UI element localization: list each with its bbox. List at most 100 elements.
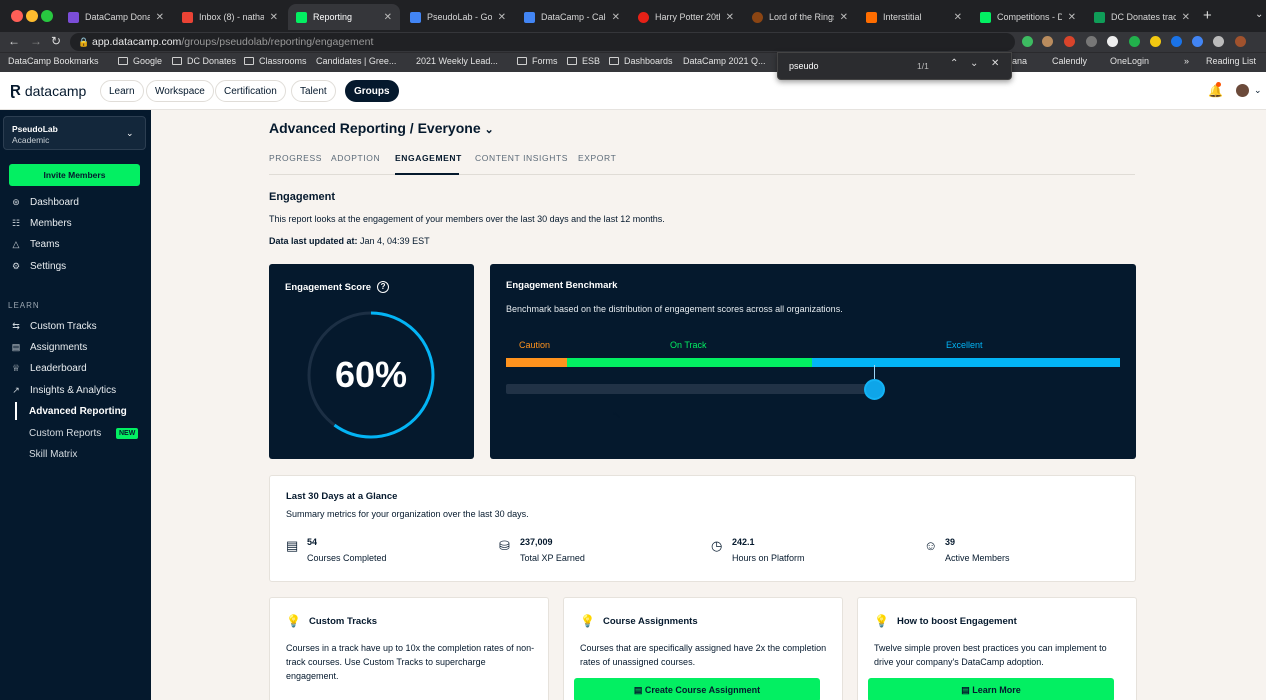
close-icon[interactable]: ✕ xyxy=(726,12,734,23)
folder-icon xyxy=(172,57,182,65)
extensions-puzzle-icon[interactable] xyxy=(1213,36,1224,47)
browser-tab[interactable]: Harry Potter 20th ✕ xyxy=(630,4,742,30)
tab-adoption[interactable]: ADOPTION xyxy=(331,153,380,163)
close-icon[interactable]: ✕ xyxy=(954,12,962,23)
extension-icon[interactable] xyxy=(1022,36,1033,47)
bookmark-item[interactable]: DataCamp 2021 Q... xyxy=(683,56,766,66)
user-avatar[interactable] xyxy=(1236,84,1249,97)
reading-list[interactable]: Reading List xyxy=(1206,56,1256,66)
nav-talent[interactable]: Talent xyxy=(291,80,336,102)
tab-favicon xyxy=(182,11,193,23)
extension-icon[interactable] xyxy=(1042,36,1053,47)
sidebar-item-custom-reports[interactable]: Custom Reports xyxy=(29,428,101,439)
extension-icon[interactable] xyxy=(1192,36,1203,47)
sidebar-item-assignments[interactable]: ▤ Assignments xyxy=(10,342,88,353)
close-icon[interactable]: ✕ xyxy=(156,12,164,23)
invite-members-button[interactable]: Invite Members xyxy=(9,164,140,186)
bookmark-item[interactable]: DataCamp Bookmarks xyxy=(8,56,99,66)
sidebar-item-teams[interactable]: △ Teams xyxy=(10,239,60,250)
close-icon[interactable]: ✕ xyxy=(612,12,620,23)
extension-icon[interactable] xyxy=(1171,36,1182,47)
window-close-button[interactable] xyxy=(11,10,23,22)
find-next-icon[interactable]: ⌄ xyxy=(970,58,978,69)
close-icon[interactable]: ✕ xyxy=(270,12,278,23)
nav-certification[interactable]: Certification xyxy=(215,80,286,102)
tab-search-icon[interactable]: ⌄ xyxy=(1255,9,1263,20)
bookmark-folder[interactable]: Forms xyxy=(517,56,558,66)
window-minimize-button[interactable] xyxy=(26,10,38,22)
browser-tab[interactable]: DataCamp Donate✕ xyxy=(60,4,172,30)
profile-avatar[interactable] xyxy=(1235,36,1246,47)
create-course-assignment-button[interactable]: ▤ Create Course Assignment xyxy=(574,678,820,700)
nav-workspace[interactable]: Workspace xyxy=(146,80,214,102)
extension-icon[interactable] xyxy=(1086,36,1097,47)
sidebar-item-settings[interactable]: ⚙ Settings xyxy=(10,261,66,272)
sidebar-item-skill-matrix[interactable]: Skill Matrix xyxy=(29,449,77,460)
browser-toolbar: ← → ↻ 🔒 app.datacamp.com/groups/pseudola… xyxy=(0,32,1266,52)
find-close-icon[interactable]: ✕ xyxy=(991,58,999,69)
score-value: 60% xyxy=(334,354,408,395)
reload-icon[interactable]: ↻ xyxy=(51,34,61,48)
browser-tab[interactable]: PseudoLab - Goog✕ xyxy=(402,4,514,30)
chevron-down-icon[interactable]: ⌄ xyxy=(1254,85,1262,96)
sidebar-item-custom-tracks[interactable]: ⇆ Custom Tracks xyxy=(10,321,96,332)
active-tab-underline xyxy=(395,173,459,175)
close-icon[interactable]: ✕ xyxy=(384,12,392,23)
notification-bell-icon[interactable]: 🔔 xyxy=(1208,82,1223,98)
bookmark-folder[interactable]: ESB xyxy=(567,56,600,66)
engagement-score-card: Engagement Score? 60% xyxy=(269,264,474,459)
browser-tab[interactable]: Lord of the Rings ✕ xyxy=(744,4,856,30)
org-selector[interactable]: PseudoLab Academic ⌄ xyxy=(3,116,146,150)
browser-tab[interactable]: Competitions - Da✕ xyxy=(972,4,1084,30)
bookmarks-overflow-icon[interactable]: » xyxy=(1184,56,1189,66)
sidebar-item-dashboard[interactable]: ⊛ Dashboard xyxy=(10,197,79,208)
browser-tab-active[interactable]: Reporting ✕ xyxy=(288,4,400,30)
nav-learn[interactable]: Learn xyxy=(100,80,144,102)
sidebar-item-leaderboard[interactable]: ♕ Leaderboard xyxy=(10,363,87,374)
sidebar-item-advanced-reporting[interactable]: Advanced Reporting xyxy=(29,406,127,417)
extension-icon[interactable] xyxy=(1129,36,1140,47)
tab-content-insights[interactable]: CONTENT INSIGHTS xyxy=(475,153,568,163)
extension-icon[interactable] xyxy=(1064,36,1075,47)
bookmark-item[interactable]: ana xyxy=(1012,56,1027,66)
browser-tab[interactable]: DC Donates track ✕ xyxy=(1086,4,1198,30)
back-icon[interactable]: ← xyxy=(8,34,20,48)
close-icon[interactable]: ✕ xyxy=(498,12,506,23)
bookmark-item[interactable]: Calendly xyxy=(1052,56,1087,66)
learn-more-button[interactable]: ▤ Learn More xyxy=(868,678,1114,700)
browser-tab[interactable]: Inbox (8) - nathan ✕ xyxy=(174,4,286,30)
window-maximize-button[interactable] xyxy=(41,10,53,22)
bookmark-item[interactable]: OneLogin xyxy=(1110,56,1149,66)
tip-title: How to boost Engagement xyxy=(896,615,1017,627)
new-tab-button[interactable]: + xyxy=(1203,7,1212,24)
close-icon[interactable]: ✕ xyxy=(1182,12,1190,23)
find-input[interactable]: pseudo xyxy=(789,61,819,71)
bookmark-folder[interactable]: Google xyxy=(118,56,162,66)
browser-tab[interactable]: Interstitial ✕ xyxy=(858,4,970,30)
nav-groups[interactable]: Groups xyxy=(345,80,399,102)
close-icon[interactable]: ✕ xyxy=(1068,12,1076,23)
tab-progress[interactable]: PROGRESS xyxy=(269,153,322,163)
address-bar[interactable]: 🔒 app.datacamp.com/groups/pseudolab/repo… xyxy=(70,33,1015,51)
caution-band xyxy=(506,358,567,367)
page-title[interactable]: Advanced Reporting / Everyone ⌄ xyxy=(269,120,494,136)
forward-icon[interactable]: → xyxy=(30,34,42,48)
org-name: PseudoLab xyxy=(12,124,58,134)
datacamp-logo[interactable]: Ɽdatacamp xyxy=(10,82,86,99)
tab-engagement[interactable]: ENGAGEMENT xyxy=(395,153,462,163)
help-icon[interactable]: ? xyxy=(377,281,390,293)
extension-icon[interactable] xyxy=(1107,36,1118,47)
find-previous-icon[interactable]: ⌃ xyxy=(950,58,958,69)
browser-tab[interactable]: DataCamp - Calen✕ xyxy=(516,4,628,30)
sidebar-item-insights[interactable]: ↗ Insights & Analytics xyxy=(10,385,116,396)
bookmark-folder[interactable]: DC Donates xyxy=(172,56,236,66)
extension-icon[interactable] xyxy=(1150,36,1161,47)
bookmark-item[interactable]: 2021 Weekly Lead... xyxy=(416,56,498,66)
sidebar-item-members[interactable]: ☷ Members xyxy=(10,218,72,229)
bookmark-item[interactable]: Candidates | Gree... xyxy=(316,56,396,66)
close-icon[interactable]: ✕ xyxy=(840,12,848,23)
tab-export[interactable]: EXPORT xyxy=(578,153,616,163)
site-header: Ɽdatacamp Learn Workspace Certification … xyxy=(0,72,1266,110)
bookmark-folder[interactable]: Dashboards xyxy=(609,56,673,66)
bookmark-folder[interactable]: Classrooms xyxy=(244,56,307,66)
